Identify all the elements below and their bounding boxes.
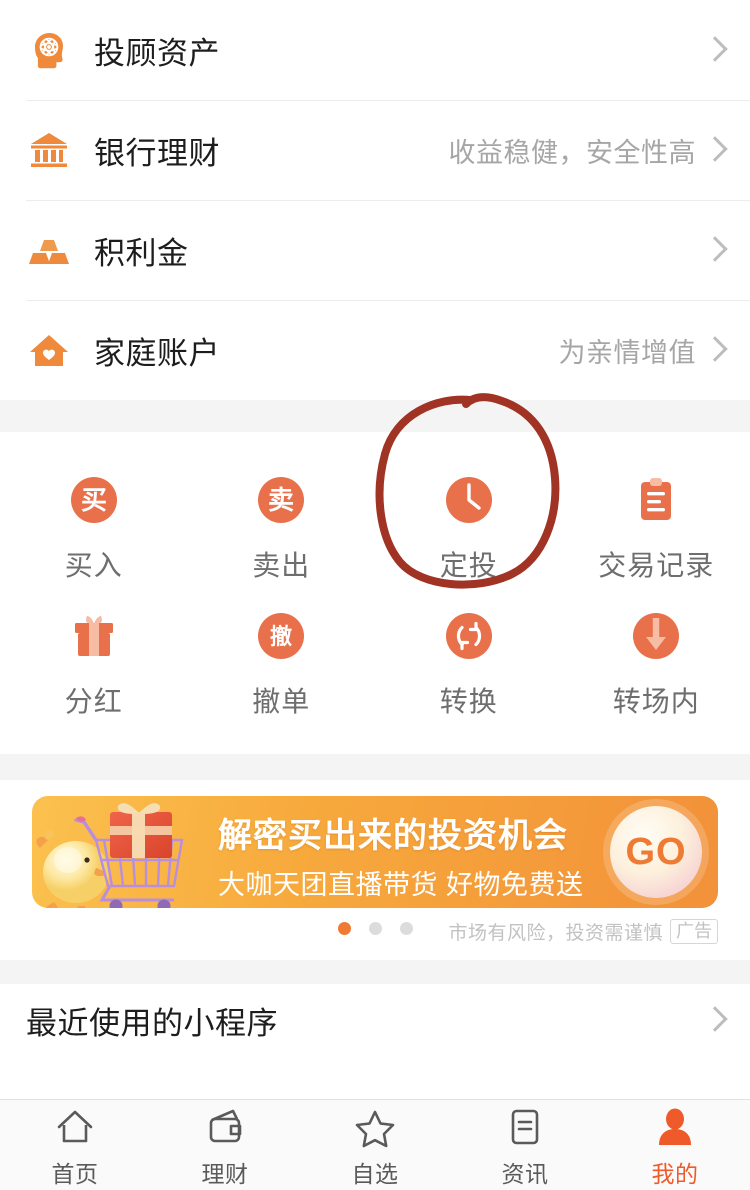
convert-circle-icon xyxy=(443,610,495,662)
ad-title: 解密买出来的投资机会 xyxy=(218,808,584,857)
action-label: 定投 xyxy=(440,544,498,584)
trade-action-grid-row-2: 分红 撤 撤单 转换 xyxy=(0,596,750,732)
news-icon xyxy=(503,1105,547,1149)
ad-text-block: 解密买出来的投资机会 大咖天团直播带货 好物免费送 xyxy=(218,808,584,902)
list-row-subtitle: 收益稳健，安全性高 xyxy=(449,131,697,170)
clipboard-icon xyxy=(630,474,682,526)
bottom-tab-bar: 首页 理财 自选 资讯 xyxy=(0,1099,750,1190)
carousel-dot-2[interactable] xyxy=(369,922,382,935)
action-transaction-records[interactable]: 交易记录 xyxy=(563,460,750,596)
action-label: 转场内 xyxy=(613,680,700,720)
house-heart-icon xyxy=(26,327,72,373)
app-screen: 投顾资产 银行理财 收益稳健，安全性高 xyxy=(0,0,750,1190)
svg-text:买: 买 xyxy=(81,485,107,515)
carousel-dot-3[interactable] xyxy=(400,922,413,935)
chevron-right-icon xyxy=(702,37,728,63)
trade-action-grid: 买 买入 卖 卖出 定投 xyxy=(0,432,750,754)
action-cancel-order[interactable]: 撤 撤单 xyxy=(188,596,376,732)
chevron-right-icon xyxy=(702,1007,728,1033)
home-icon xyxy=(53,1105,97,1149)
gold-bars-icon xyxy=(26,227,72,273)
action-label: 卖出 xyxy=(252,544,310,584)
action-label: 分红 xyxy=(65,680,123,720)
ad-disclaimer: 市场有风险，投资需谨慎 广告 xyxy=(448,918,718,945)
action-buy[interactable]: 买 买入 xyxy=(0,460,188,596)
ad-disclaimer-text: 市场有风险，投资需谨慎 xyxy=(448,918,663,945)
tab-wealth[interactable]: 理财 xyxy=(150,1100,300,1190)
ad-banner[interactable]: 解密买出来的投资机会 大咖天团直播带货 好物免费送 GO xyxy=(32,796,718,908)
section-divider-band-bottom xyxy=(0,960,750,984)
wallet-icon xyxy=(203,1105,247,1149)
person-icon xyxy=(653,1105,697,1149)
ad-go-button[interactable]: GO xyxy=(610,806,702,898)
clock-circle-icon xyxy=(443,474,495,526)
tab-watchlist[interactable]: 自选 xyxy=(300,1100,450,1190)
list-row-label: 家庭账户 xyxy=(94,328,220,373)
svg-text:撤: 撤 xyxy=(270,624,292,649)
chevron-right-icon xyxy=(702,137,728,163)
download-circle-icon xyxy=(630,610,682,662)
action-convert[interactable]: 转换 xyxy=(375,596,563,732)
list-row-gold-accumulation[interactable]: 积利金 xyxy=(0,200,750,300)
tab-label: 我的 xyxy=(652,1155,699,1189)
trade-action-grid-row-1: 买 买入 卖 卖出 定投 xyxy=(0,460,750,596)
buy-circle-icon: 买 xyxy=(68,474,120,526)
list-row-bank-wealth[interactable]: 银行理财 收益稳健，安全性高 xyxy=(0,100,750,200)
chick-shopping-cart-illustration xyxy=(32,796,222,908)
chevron-right-icon xyxy=(702,237,728,263)
ad-badge: 广告 xyxy=(670,919,718,944)
tab-label: 理财 xyxy=(202,1155,249,1189)
finance-entry-list: 投顾资产 银行理财 收益稳健，安全性高 xyxy=(0,0,750,400)
ad-footer: 市场有风险，投资需谨慎 广告 xyxy=(0,908,750,954)
list-row-label: 投顾资产 xyxy=(94,28,220,73)
tab-label: 首页 xyxy=(52,1155,99,1189)
chevron-right-icon xyxy=(702,337,728,363)
ad-banner-section: 解密买出来的投资机会 大咖天团直播带货 好物免费送 GO 市场有风险，投资需谨慎… xyxy=(0,796,750,960)
brain-atom-icon xyxy=(26,27,72,73)
gift-icon xyxy=(68,610,120,662)
action-dividend[interactable]: 分红 xyxy=(0,596,188,732)
recent-mini-programs-title: 最近使用的小程序 xyxy=(26,998,278,1043)
section-divider-band-middle xyxy=(0,754,750,780)
recent-mini-programs-row[interactable]: 最近使用的小程序 xyxy=(0,984,750,1056)
carousel-dot-1[interactable] xyxy=(338,922,351,935)
svg-text:卖: 卖 xyxy=(268,485,294,515)
list-row-subtitle: 为亲情增值 xyxy=(559,331,697,370)
action-sell[interactable]: 卖 卖出 xyxy=(188,460,376,596)
list-row-family-account[interactable]: 家庭账户 为亲情增值 xyxy=(0,300,750,400)
cancel-circle-icon: 撤 xyxy=(255,610,307,662)
tab-mine[interactable]: 我的 xyxy=(600,1100,750,1190)
action-label: 撤单 xyxy=(252,680,310,720)
tab-label: 资讯 xyxy=(502,1155,549,1189)
tab-home[interactable]: 首页 xyxy=(0,1100,150,1190)
bank-icon xyxy=(26,127,72,173)
ad-go-label: GO xyxy=(625,831,686,874)
action-label: 转换 xyxy=(440,680,498,720)
star-icon xyxy=(353,1105,397,1149)
tab-news[interactable]: 资讯 xyxy=(450,1100,600,1190)
action-regular-investment[interactable]: 定投 xyxy=(375,460,563,596)
action-label: 交易记录 xyxy=(598,544,714,584)
action-transfer-to-exchange[interactable]: 转场内 xyxy=(563,596,750,732)
action-label: 买入 xyxy=(65,544,123,584)
list-row-label: 银行理财 xyxy=(94,128,220,173)
list-row-advisory-assets[interactable]: 投顾资产 xyxy=(0,0,750,100)
list-row-label: 积利金 xyxy=(94,228,189,273)
tab-label: 自选 xyxy=(352,1155,399,1189)
sell-circle-icon: 卖 xyxy=(255,474,307,526)
section-divider-band-top xyxy=(0,400,750,432)
ad-subtitle: 大咖天团直播带货 好物免费送 xyxy=(218,863,584,902)
